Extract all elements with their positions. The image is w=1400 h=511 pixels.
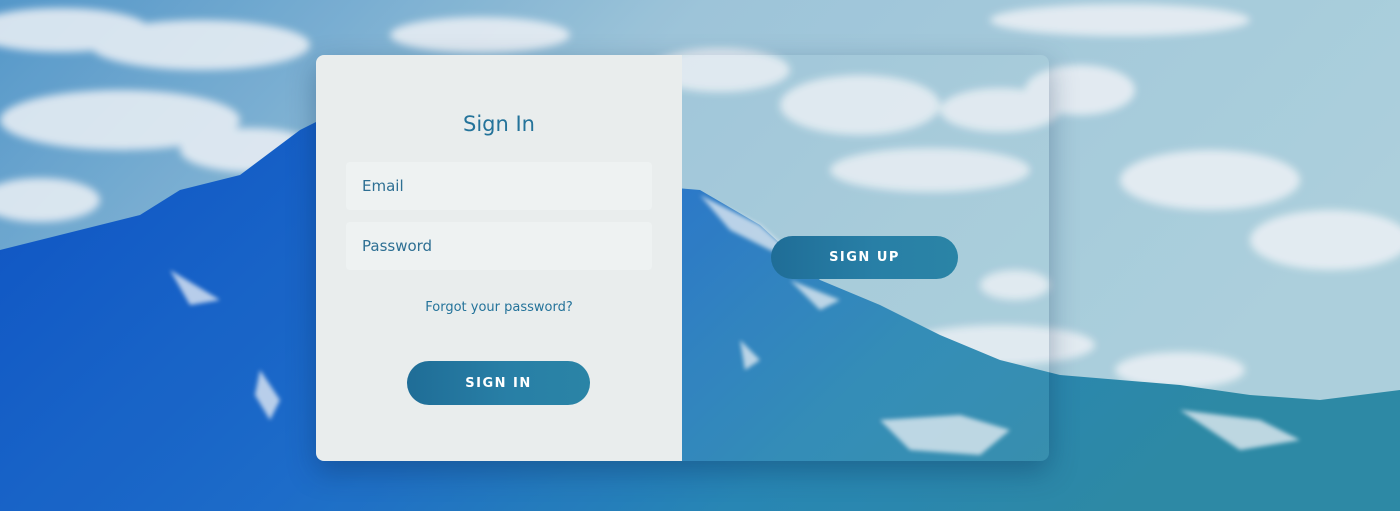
sign-in-panel: Sign In Forgot your password? SIGN IN	[316, 55, 682, 461]
sign-up-button[interactable]: SIGN UP	[771, 236, 958, 279]
password-field[interactable]	[346, 222, 652, 270]
forgot-password-link[interactable]: Forgot your password?	[316, 300, 682, 315]
sign-in-button[interactable]: SIGN IN	[407, 361, 590, 405]
page: SIGN UP Sign In Forgot your password? SI…	[0, 0, 1400, 511]
email-field[interactable]	[346, 162, 652, 210]
sign-in-title: Sign In	[463, 112, 535, 136]
